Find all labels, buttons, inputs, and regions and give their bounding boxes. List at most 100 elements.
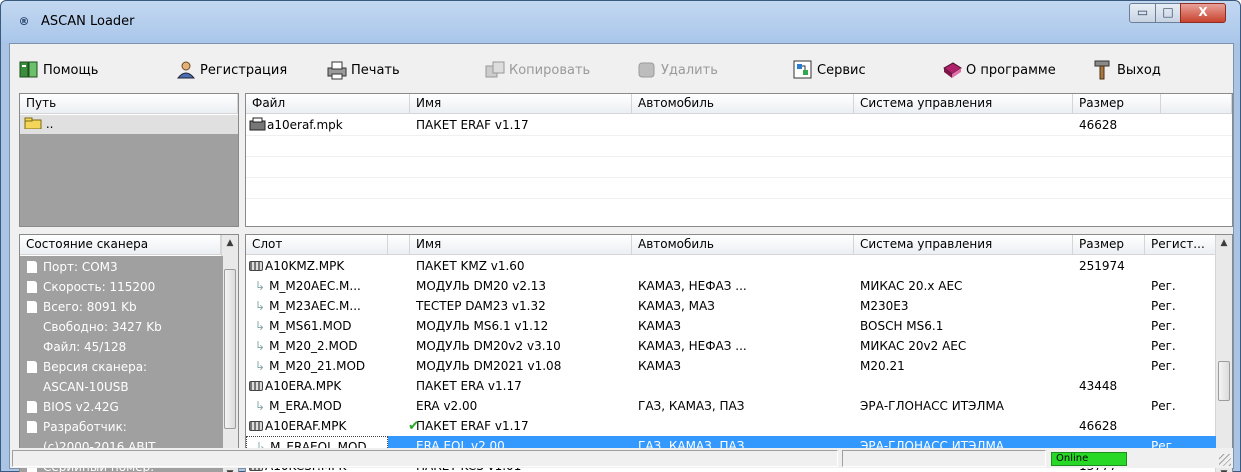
- slot-col-size[interactable]: Размер: [1073, 235, 1145, 255]
- copy-icon: [484, 60, 506, 80]
- slot-cell-slot: ↳ M_M20_21.MOD: [246, 356, 388, 376]
- package-icon: [249, 421, 263, 431]
- file-col-system[interactable]: Система управления: [854, 94, 1073, 114]
- slot-col-system[interactable]: Система управления: [854, 235, 1073, 255]
- delete-button[interactable]: Удалить: [636, 58, 718, 82]
- slot-cell-size: [1073, 276, 1145, 296]
- copy-button[interactable]: Копировать: [484, 58, 590, 82]
- about-button[interactable]: О программе: [941, 58, 1056, 82]
- slot-cell-size: 251974: [1079, 259, 1125, 273]
- file-name-text: a10eraf.mpk: [267, 118, 343, 132]
- file-row[interactable]: a10eraf.mpk ПАКЕТ ERAF v1.17 46628: [246, 115, 1232, 135]
- file-col-name[interactable]: Имя: [410, 94, 632, 114]
- scanner-header[interactable]: Состояние сканера: [20, 235, 221, 255]
- file-col-filler: [1161, 94, 1232, 114]
- slot-cell-system: M20.21: [860, 359, 905, 373]
- slot-cell-car: [632, 256, 854, 276]
- slot-col-slot[interactable]: Слот: [246, 235, 388, 255]
- scanner-state-pane: Состояние сканера ▲ ▼ Порт: COM3 Скорост…: [19, 234, 239, 472]
- slot-col-name[interactable]: Имя: [410, 235, 632, 255]
- slot-cell-reg: [1145, 376, 1217, 396]
- slot-cell-reg: Рег.: [1151, 299, 1176, 313]
- scanner-scrollbar[interactable]: ▲ ▼: [221, 235, 238, 472]
- slot-name-text: M_M20AEC.M...: [269, 279, 361, 293]
- slot-cell-slot: A10ERAF.MPK: [246, 416, 388, 436]
- slot-row[interactable]: A10ERA.MPK ПАКЕТ ERA v1.17 43448: [246, 376, 1216, 396]
- row-divider: [246, 198, 1232, 199]
- slot-cell-car: КАМАЗ, НЕФАЗ ...: [638, 279, 747, 293]
- file-col-size[interactable]: Размер: [1073, 94, 1161, 114]
- scroll-up-arrow-icon[interactable]: ▲: [1216, 235, 1232, 252]
- maximize-button[interactable]: □: [1155, 3, 1181, 23]
- printer-icon: [326, 60, 348, 80]
- slot-cell-car: ГАЗ, КАМАЗ, ПАЗ: [638, 399, 745, 413]
- checkmark-icon: ✔: [408, 418, 420, 434]
- scanner-line: Файл: 45/128: [43, 340, 127, 354]
- slot-row[interactable]: ↳ M_M23AEC.M... ТЕСТЕР DAM23 v1.32 КАМАЗ, М…: [246, 296, 1216, 316]
- service-button[interactable]: Сервис: [792, 58, 866, 82]
- file-cell-car: [632, 115, 854, 135]
- slot-cell-system: M230E3: [860, 299, 909, 313]
- path-header[interactable]: Путь: [20, 94, 238, 114]
- slot-list-pane: Слот Имя Автомобиль Система управления Р…: [245, 234, 1233, 472]
- about-book-icon: [941, 60, 963, 80]
- slot-cell-name: МОДУЛЬ DM20v2 v3.10: [416, 339, 561, 353]
- title-bar[interactable]: ® ASCAN Loader ▭ □ X: [1, 1, 1240, 43]
- online-status-badge: Online: [1051, 452, 1127, 466]
- file-col-file[interactable]: Файл: [246, 94, 410, 114]
- slot-cell-reg: [1145, 256, 1217, 276]
- slot-cell-slot: ↳ M_ERA.MOD: [246, 396, 388, 416]
- slot-row[interactable]: ↳ M_M20_2.MOD МОДУЛЬ DM20v2 v3.10 КАМАЗ, НЕ…: [246, 336, 1216, 356]
- service-icon: [792, 60, 814, 80]
- slot-cell-system: [854, 416, 1073, 436]
- slot-cell-system: [854, 376, 1073, 396]
- slot-row[interactable]: ↳ M_ERA.MOD ERA v2.00 ГАЗ, КАМАЗ, ПАЗ ЭРА-ГЛ…: [246, 396, 1216, 416]
- slot-row[interactable]: ↳ M_M20AEC.M... МОДУЛЬ DM20 v2.13 КАМАЗ, НЕ…: [246, 276, 1216, 296]
- register-button[interactable]: Регистрация: [175, 58, 287, 82]
- slot-cell-car: [632, 416, 854, 436]
- exit-button[interactable]: Выход: [1092, 58, 1161, 82]
- toolbar: Помощь Регистрация Печать Копировать Уда…: [10, 44, 1233, 92]
- file-col-car[interactable]: Автомобиль: [632, 94, 854, 114]
- slot-cell-car: КАМАЗ, НЕФАЗ ...: [638, 339, 747, 353]
- help-button[interactable]: Помощь: [18, 58, 98, 82]
- delete-icon: [636, 60, 658, 80]
- window-title: ASCAN Loader: [41, 14, 135, 29]
- slot-col-car[interactable]: Автомобиль: [632, 235, 854, 255]
- slot-cell-size: [1073, 296, 1145, 316]
- slot-cell-name: ПАКЕТ KMZ v1.60: [416, 259, 525, 273]
- slot-cell-system: [854, 256, 1073, 276]
- file-cell-name: ПАКЕТ ERAF v1.17: [416, 118, 529, 132]
- minimize-button[interactable]: ▭: [1129, 3, 1156, 23]
- slot-row[interactable]: A10KMZ.MPK ПАКЕТ KMZ v1.60 251974: [246, 256, 1216, 276]
- print-button[interactable]: Печать: [326, 58, 400, 82]
- slot-cell-system: ЭРА-ГЛОНАСС ИТЭЛМА: [860, 399, 1005, 413]
- slot-row[interactable]: A10ERAF.MPK ПАКЕТ ERAF v1.17 46628 ✔: [246, 416, 1216, 436]
- slot-col-reg[interactable]: Регист...: [1145, 235, 1217, 255]
- package-icon: [249, 261, 263, 271]
- scroll-thumb[interactable]: [1218, 361, 1230, 401]
- slot-cell-system: BOSCH MS6.1: [860, 319, 944, 333]
- help-book-icon: [18, 60, 40, 80]
- register-person-icon: [175, 60, 197, 80]
- slot-cell-car: КАМАЗ: [638, 319, 681, 333]
- slot-row[interactable]: ↳ M_MS61.MOD МОДУЛЬ MS6.1 v1.12 КАМАЗ BOSCH …: [246, 316, 1216, 336]
- register-label: Регистрация: [200, 62, 288, 78]
- scroll-up-arrow-icon[interactable]: ▲: [222, 235, 238, 252]
- slot-cell-name: МОДУЛЬ DM2021 v1.08: [416, 359, 562, 373]
- slot-cell-car: КАМАЗ: [638, 359, 681, 373]
- resize-grip[interactable]: [1219, 454, 1231, 466]
- slot-scrollbar[interactable]: ▲ ▼: [1215, 235, 1232, 472]
- file-cell-size: 46628: [1079, 118, 1118, 132]
- slot-row[interactable]: ↳ M_M20_21.MOD МОДУЛЬ DM2021 v1.08 КАМАЗ M20…: [246, 356, 1216, 376]
- client-area: Помощь Регистрация Печать Копировать Уда…: [9, 43, 1234, 472]
- slot-col-check[interactable]: [388, 235, 410, 255]
- slot-cell-name: ERA v2.00: [416, 399, 478, 413]
- service-label: Сервис: [817, 62, 866, 78]
- slot-cell-slot: ↳ M_M20_2.MOD: [246, 336, 388, 356]
- scanner-line: Свободно: 3427 Kb: [43, 320, 162, 334]
- scroll-thumb[interactable]: [224, 269, 236, 429]
- close-button[interactable]: X: [1180, 3, 1226, 23]
- path-item-up[interactable]: ..: [20, 115, 238, 134]
- slot-name-text: A10ERAF.MPK: [265, 419, 347, 433]
